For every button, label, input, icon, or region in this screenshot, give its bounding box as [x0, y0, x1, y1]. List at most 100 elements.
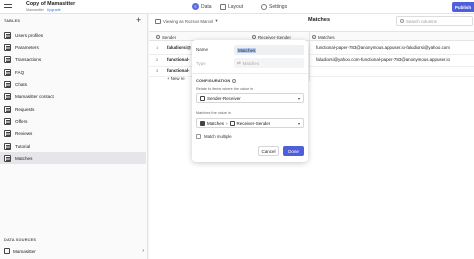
- sidebar-item-faq[interactable]: FAQ: [0, 66, 146, 78]
- match-multiple-checkbox[interactable]: Match multiple: [196, 134, 232, 139]
- search-icon: [400, 19, 404, 23]
- matches-table: Matches: [207, 120, 225, 126]
- cancel-button[interactable]: Cancel: [258, 146, 279, 156]
- row-number: 2: [156, 57, 159, 62]
- table-icon: [4, 117, 11, 125]
- relation-icon: [312, 35, 316, 39]
- sidebar-item-label: Users profiles: [15, 32, 44, 38]
- sidebar-item-label: Matches: [15, 155, 33, 161]
- search-input[interactable]: Search columns: [396, 16, 473, 26]
- table-cell[interactable]: functional-paper-783@anonymous.appuser.i…: [316, 45, 450, 50]
- table-icon: [4, 43, 11, 51]
- relate-column-select[interactable]: Sender-Receiver ▾: [196, 93, 304, 103]
- data-icon: ≡: [192, 3, 199, 10]
- sidebar-item-chats[interactable]: Chats: [0, 78, 146, 90]
- column-label: Receiver-Sender: [258, 34, 291, 40]
- matches-column-select[interactable]: Matches › Receiver-Sender ▾: [196, 118, 304, 128]
- chevron-right-icon: ›: [226, 120, 228, 126]
- relation-icon: [156, 35, 160, 39]
- sidebar: TABLES + Users profiles Parameters Trans…: [0, 14, 148, 259]
- table-title: Matches: [308, 17, 331, 23]
- gear-icon: [261, 3, 267, 10]
- nav-layout-label: Layout: [228, 3, 244, 10]
- configuration-header: CONFIGURATION: [196, 79, 237, 83]
- data-source-item[interactable]: Mamasitter ›: [4, 247, 144, 255]
- column-header-sender[interactable]: Sender: [156, 33, 176, 41]
- app-title[interactable]: Copy of Mamasitter: [26, 1, 75, 7]
- nav-settings-label: Settings: [269, 3, 288, 10]
- relate-help-text: Relate to items where the value in: [196, 87, 254, 91]
- matches-value: Receiver-Sender: [236, 120, 271, 126]
- name-field[interactable]: Matches: [234, 45, 304, 55]
- sidebar-item-reviews[interactable]: Reviews: [0, 127, 146, 139]
- sidebar-item-label: FAQ: [15, 69, 25, 75]
- database-icon: [4, 248, 10, 254]
- chevron-down-icon: ▾: [297, 95, 300, 101]
- table-icon: [4, 129, 11, 137]
- user-icon: [155, 18, 161, 24]
- name-value: Matches: [237, 47, 257, 53]
- name-label: Name: [196, 47, 209, 52]
- type-value: Matches: [242, 60, 259, 66]
- sidebar-item-label: Mamasitter contact: [15, 93, 54, 99]
- chevron-down-icon: ▾: [297, 120, 300, 126]
- nav-layout-tab[interactable]: Layout: [220, 2, 243, 11]
- sidebar-item-tutorial[interactable]: Tutorial: [0, 140, 146, 152]
- sidebar-item-requests[interactable]: Requests: [0, 103, 146, 115]
- sidebar-item-offers[interactable]: Offers: [0, 115, 146, 127]
- search-placeholder: Search columns: [406, 18, 437, 24]
- row-number: 1: [156, 45, 159, 50]
- chevron-down-icon: ▾: [215, 18, 218, 23]
- sidebar-item-label: Parameters: [15, 44, 39, 50]
- app-owner: Mamasitter Upgrade: [26, 8, 61, 12]
- table-icon: [4, 68, 11, 76]
- nav-data-label: Data: [201, 3, 212, 10]
- top-bar: Copy of Mamasitter Mamasitter Upgrade ≡ D…: [0, 0, 474, 14]
- sidebar-item-parameters[interactable]: Parameters: [0, 41, 146, 53]
- divider: [192, 73, 308, 74]
- new-row-button[interactable]: + New re: [167, 76, 185, 81]
- data-sources-header: DATA SOURCES: [4, 238, 37, 242]
- menu-icon[interactable]: [4, 4, 14, 10]
- column-label: Matches: [318, 34, 335, 40]
- data-source-label: Mamasitter: [13, 248, 36, 254]
- column-config-modal: Name Matches Type ⇄ Matches CONFIGURATIO…: [192, 40, 308, 162]
- sidebar-item-label: Tutorial: [15, 143, 31, 149]
- upgrade-link[interactable]: Upgrade: [47, 8, 61, 12]
- table-icon: [4, 55, 11, 63]
- configuration-label: CONFIGURATION: [196, 79, 231, 83]
- help-icon[interactable]: [232, 79, 237, 83]
- viewing-as-selector[interactable]: Viewing as Rozsos Marcel ▾: [155, 17, 217, 25]
- done-button[interactable]: Done: [283, 146, 304, 156]
- sidebar-item-transactions[interactable]: Transactions: [0, 53, 146, 65]
- nav-data-tab[interactable]: ≡ Data: [192, 2, 212, 11]
- add-table-button[interactable]: +: [136, 15, 141, 25]
- column-icon: [200, 95, 205, 101]
- column-header-matches[interactable]: Matches: [312, 33, 335, 41]
- owner-name: Mamasitter: [26, 7, 44, 12]
- match-multiple-label: Match multiple: [204, 134, 232, 139]
- publish-button[interactable]: Publish: [452, 2, 474, 12]
- table-icon: [4, 154, 11, 162]
- table-cell[interactable]: functional-: [167, 68, 189, 73]
- sidebar-item-mamasitter-contact[interactable]: Mamasitter contact: [0, 90, 146, 102]
- type-select: ⇄ Matches: [234, 58, 304, 68]
- table-cell[interactable]: faludiorsi@yahoo.com-functional-paper-78…: [316, 57, 450, 62]
- table-icon: [4, 105, 11, 113]
- column-label: Sender: [162, 34, 177, 40]
- sidebar-item-label: Reviews: [15, 130, 33, 136]
- table-icon: [4, 80, 11, 88]
- table-cell[interactable]: faludiorsi@: [167, 45, 191, 50]
- tables-header: TABLES: [4, 19, 21, 23]
- viewing-as-label: Viewing as Rozsos Marcel: [163, 18, 214, 24]
- chevron-right-icon: ›: [142, 248, 144, 254]
- sidebar-item-users-profiles[interactable]: Users profiles: [0, 29, 146, 41]
- relate-value: Sender-Receiver: [207, 95, 241, 101]
- nav-settings-tab[interactable]: Settings: [261, 2, 287, 11]
- table-icon: [4, 31, 11, 39]
- checkbox-box[interactable]: [196, 134, 201, 139]
- table-icon: [200, 120, 205, 126]
- column-divider: [309, 31, 310, 81]
- table-cell[interactable]: functional-: [167, 57, 189, 62]
- sidebar-item-matches[interactable]: Matches: [0, 152, 146, 164]
